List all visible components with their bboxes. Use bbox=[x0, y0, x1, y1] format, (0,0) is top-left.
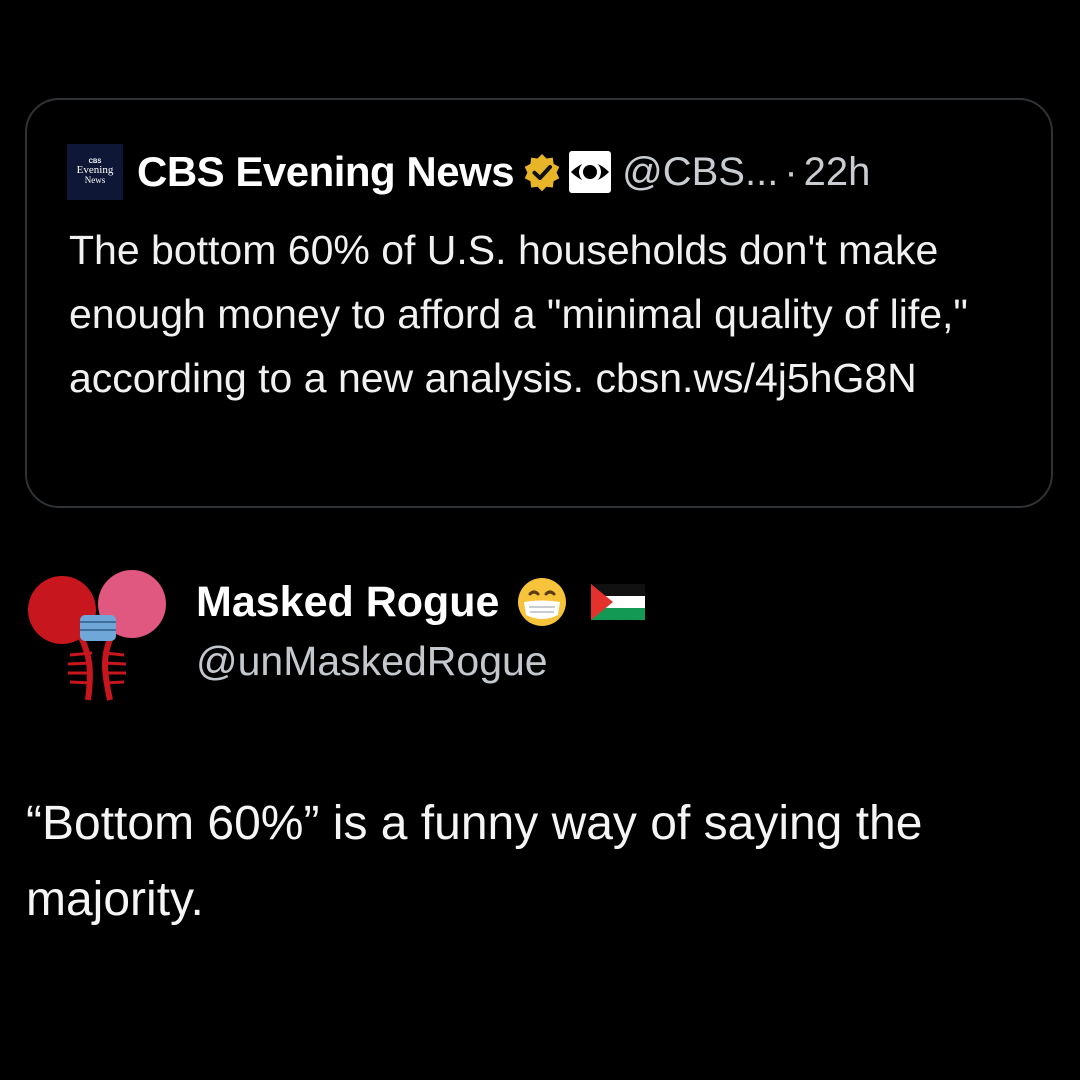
cbs-eye-logo-icon bbox=[568, 150, 612, 194]
quoted-tweet-header: CBS Evening News CBS Evening News @CBS..… bbox=[67, 142, 870, 202]
quoted-tweet-text: The bottom 60% of U.S. households don't … bbox=[69, 227, 968, 401]
separator-dot: · bbox=[784, 149, 798, 194]
reply-name-row: Masked Rogue bbox=[196, 572, 646, 632]
palestine-flag-icon bbox=[591, 584, 646, 620]
quoted-timestamp[interactable]: 22h bbox=[804, 150, 871, 195]
reply-handle[interactable]: @unMaskedRogue bbox=[196, 638, 548, 685]
quoted-handle[interactable]: @CBS... bbox=[622, 150, 778, 195]
cbs-evening-news-avatar[interactable]: CBS Evening News bbox=[67, 144, 123, 200]
avatar-text-news: News bbox=[84, 175, 106, 185]
verified-badge-icon bbox=[522, 152, 562, 192]
quoted-tweet-card[interactable]: CBS Evening News CBS Evening News @CBS..… bbox=[25, 98, 1053, 508]
reply-display-name[interactable]: Masked Rogue bbox=[196, 578, 499, 627]
quoted-display-name[interactable]: CBS Evening News bbox=[137, 148, 515, 196]
masked-rogue-avatar[interactable] bbox=[20, 560, 170, 710]
reply-tweet-text: “Bottom 60%” is a funny way of saying th… bbox=[26, 797, 923, 926]
face-with-medical-mask-icon bbox=[515, 575, 569, 629]
